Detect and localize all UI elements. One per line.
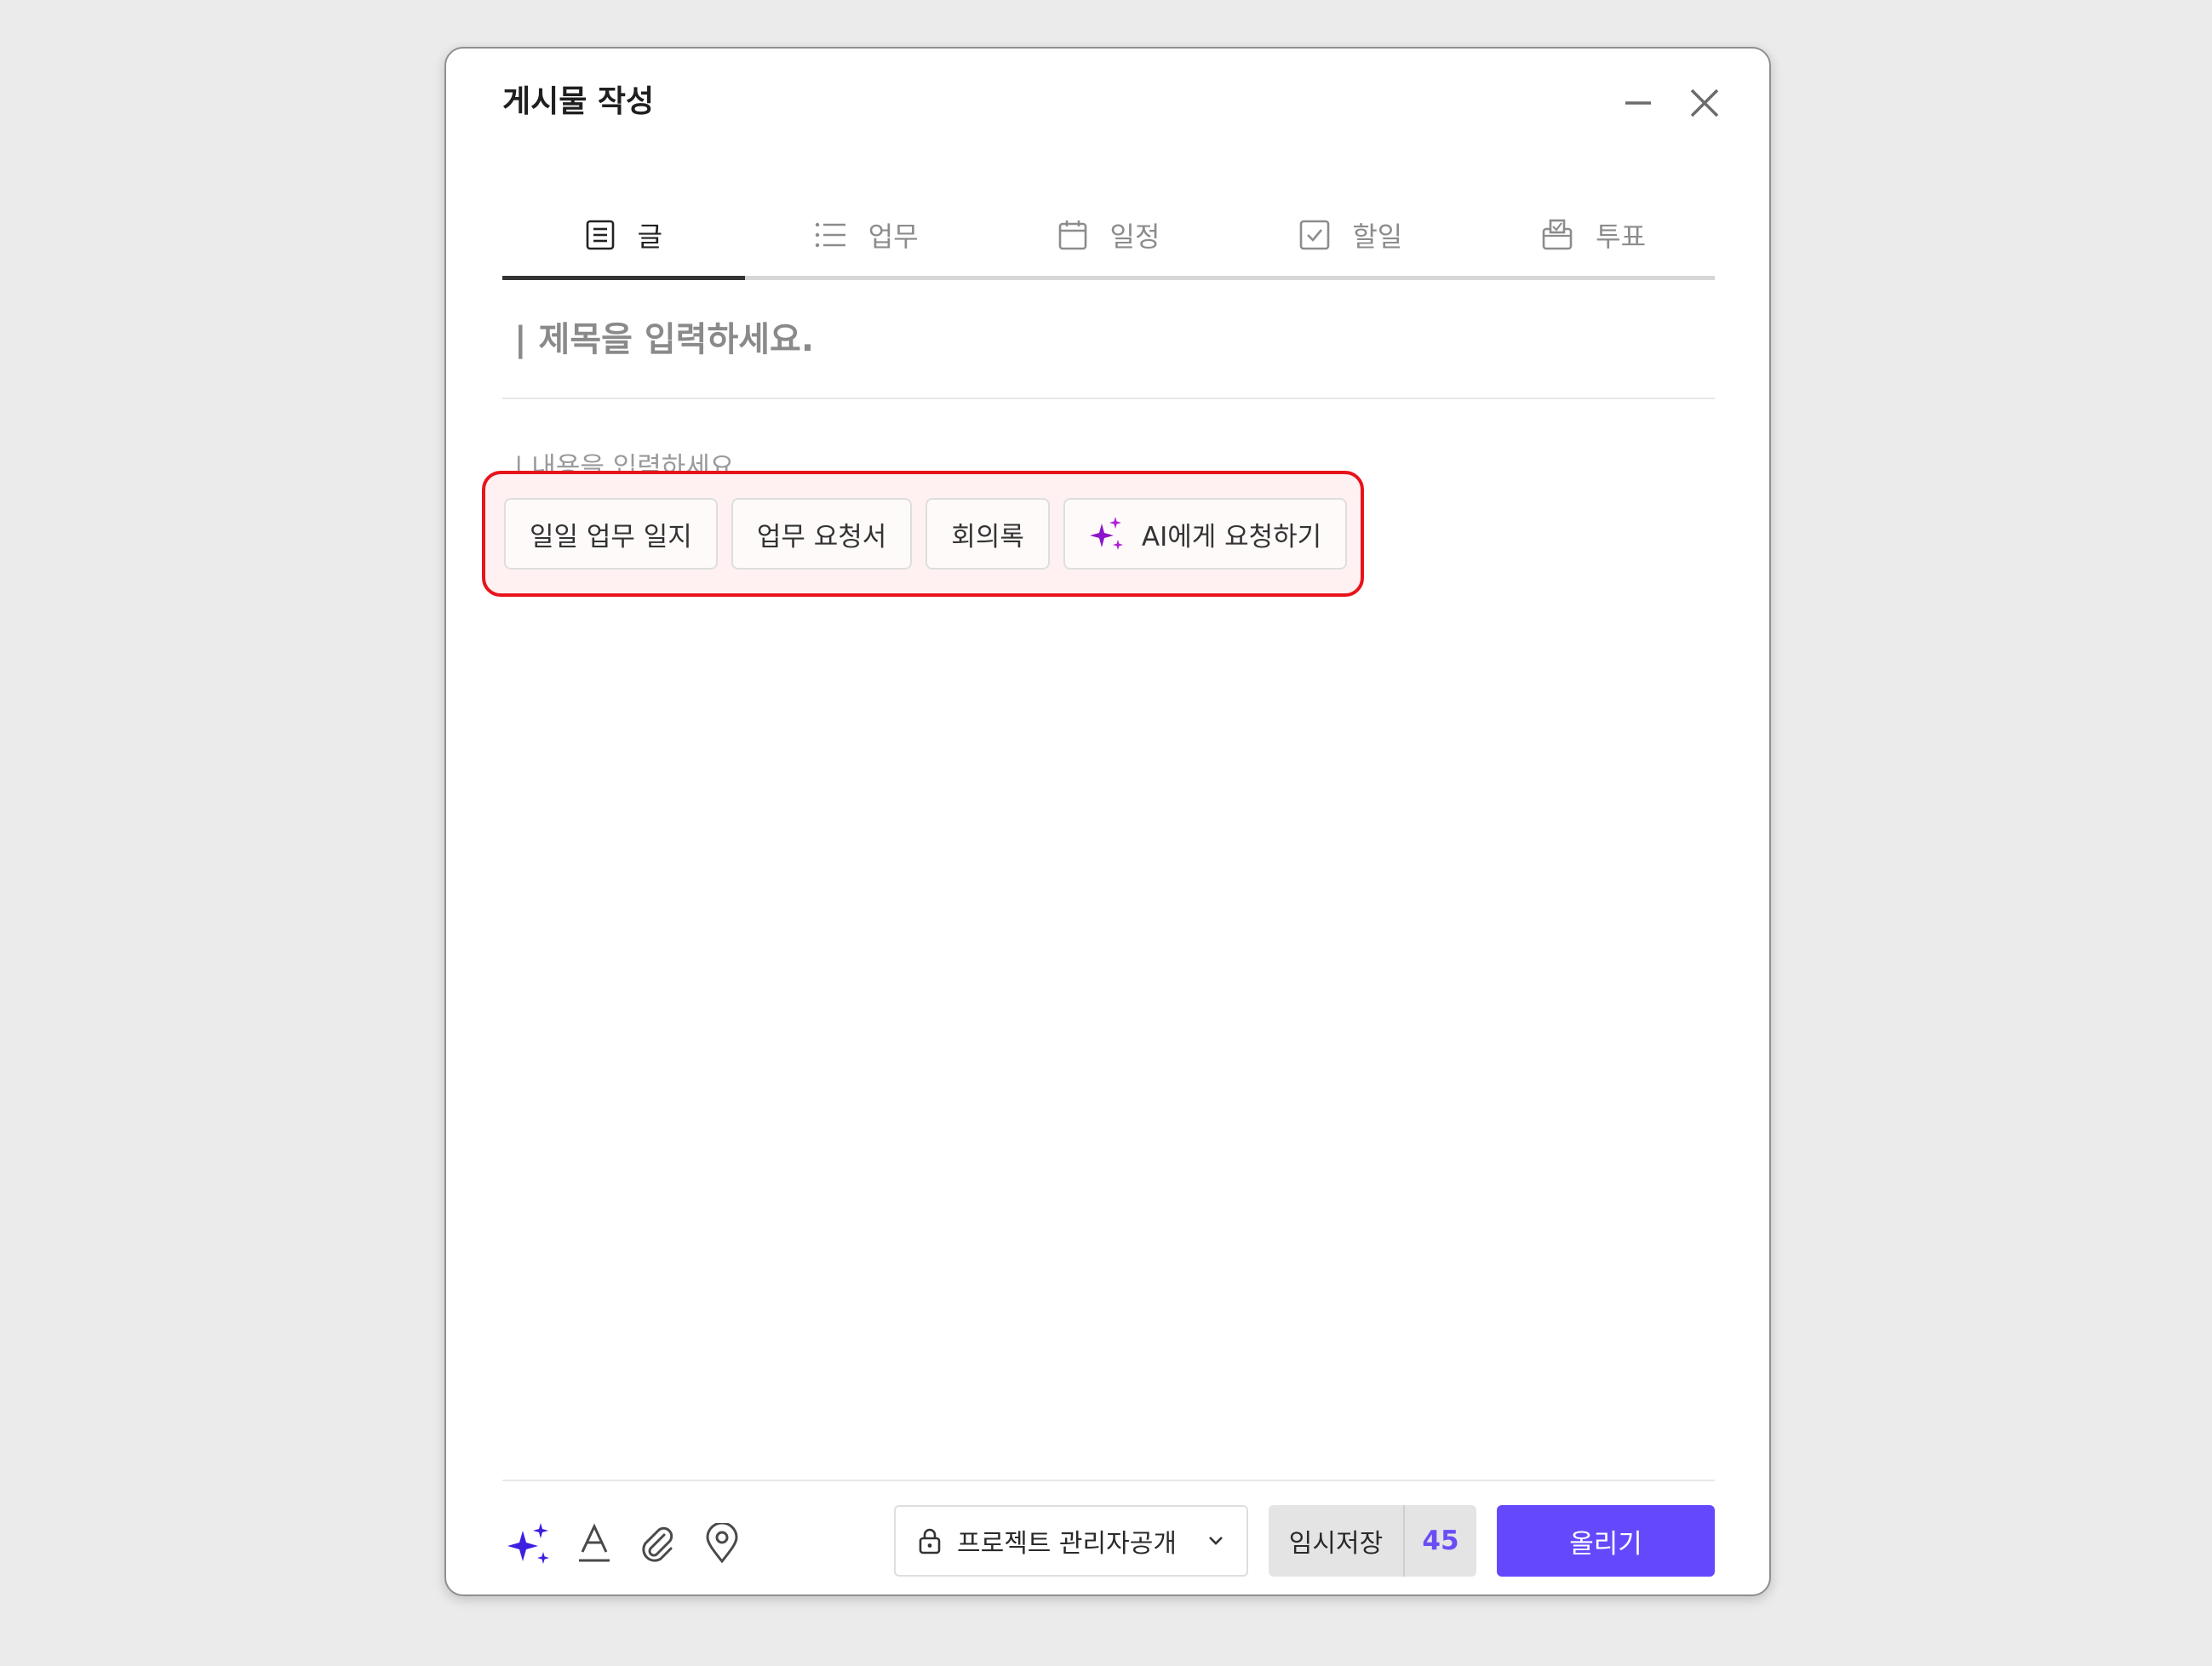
template-task-request-label: 업무 요청서 <box>756 521 887 552</box>
close-icon <box>1690 89 1719 117</box>
tab-post[interactable]: 글 <box>502 193 745 280</box>
text-format-button[interactable] <box>569 1518 620 1569</box>
post-compose-dialog: 게시물 작성 글 업무 일정 할일 투표 | 제목을 입력하세요. | 내용을 … <box>444 47 1771 1596</box>
ask-ai-button[interactable]: AI에게 요청하기 <box>1063 498 1348 570</box>
tab-task-label: 업무 <box>868 220 919 253</box>
visibility-select[interactable]: 프로젝트 관리자공개 <box>894 1505 1248 1577</box>
tab-todo[interactable]: 할일 <box>1229 193 1472 276</box>
title-input[interactable] <box>502 314 1715 399</box>
post-type-tabs: 글 업무 일정 할일 투표 <box>502 193 1715 280</box>
font-icon <box>579 1523 610 1562</box>
tab-schedule-label: 일정 <box>1109 220 1160 253</box>
list-icon <box>815 222 845 247</box>
ai-assist-button[interactable] <box>504 1518 555 1569</box>
chevron-down-icon <box>1209 1537 1223 1545</box>
tab-vote[interactable]: 투표 <box>1472 193 1715 276</box>
minimize-button[interactable] <box>1616 81 1660 125</box>
visibility-label: 프로젝트 관리자공개 <box>957 1529 1177 1559</box>
footer-divider <box>502 1480 1715 1481</box>
submit-button[interactable]: 올리기 <box>1497 1505 1715 1577</box>
save-draft-label: 임시저장 <box>1269 1505 1405 1577</box>
checkbox-icon <box>1300 220 1330 249</box>
tab-schedule[interactable]: 일정 <box>988 193 1230 276</box>
tab-task[interactable]: 업무 <box>745 193 988 276</box>
minimize-icon <box>1625 101 1651 105</box>
sparkle-icon <box>1089 517 1123 550</box>
location-button[interactable] <box>696 1518 748 1569</box>
attach-file-button[interactable] <box>632 1518 683 1569</box>
attach-icon <box>642 1526 673 1562</box>
draft-count-badge: 45 <box>1422 1526 1459 1556</box>
sparkle-ai-icon <box>507 1523 549 1564</box>
ask-ai-label: AI에게 요청하기 <box>1141 521 1322 552</box>
tab-vote-label: 투표 <box>1596 220 1647 253</box>
save-draft-button[interactable]: 임시저장 45 <box>1269 1505 1476 1577</box>
template-meeting-minutes-label: 회의록 <box>951 521 1024 552</box>
close-button[interactable] <box>1682 81 1727 125</box>
lock-icon <box>919 1528 941 1554</box>
document-icon <box>586 220 614 249</box>
calendar-icon <box>1058 220 1086 249</box>
tab-todo-label: 할일 <box>1352 220 1403 253</box>
template-daily-log-label: 일일 업무 일지 <box>530 521 692 552</box>
template-daily-log-button[interactable]: 일일 업무 일지 <box>504 498 718 570</box>
dialog-title: 게시물 작성 <box>502 84 655 119</box>
vote-box-icon <box>1542 219 1573 249</box>
tab-post-label: 글 <box>637 220 663 253</box>
location-icon <box>706 1523 738 1564</box>
template-meeting-minutes-button[interactable]: 회의록 <box>925 498 1050 570</box>
template-suggestions: 일일 업무 일지 업무 요청서 회의록 AI에게 요청하기 <box>482 471 1364 597</box>
template-task-request-button[interactable]: 업무 요청서 <box>731 498 913 570</box>
